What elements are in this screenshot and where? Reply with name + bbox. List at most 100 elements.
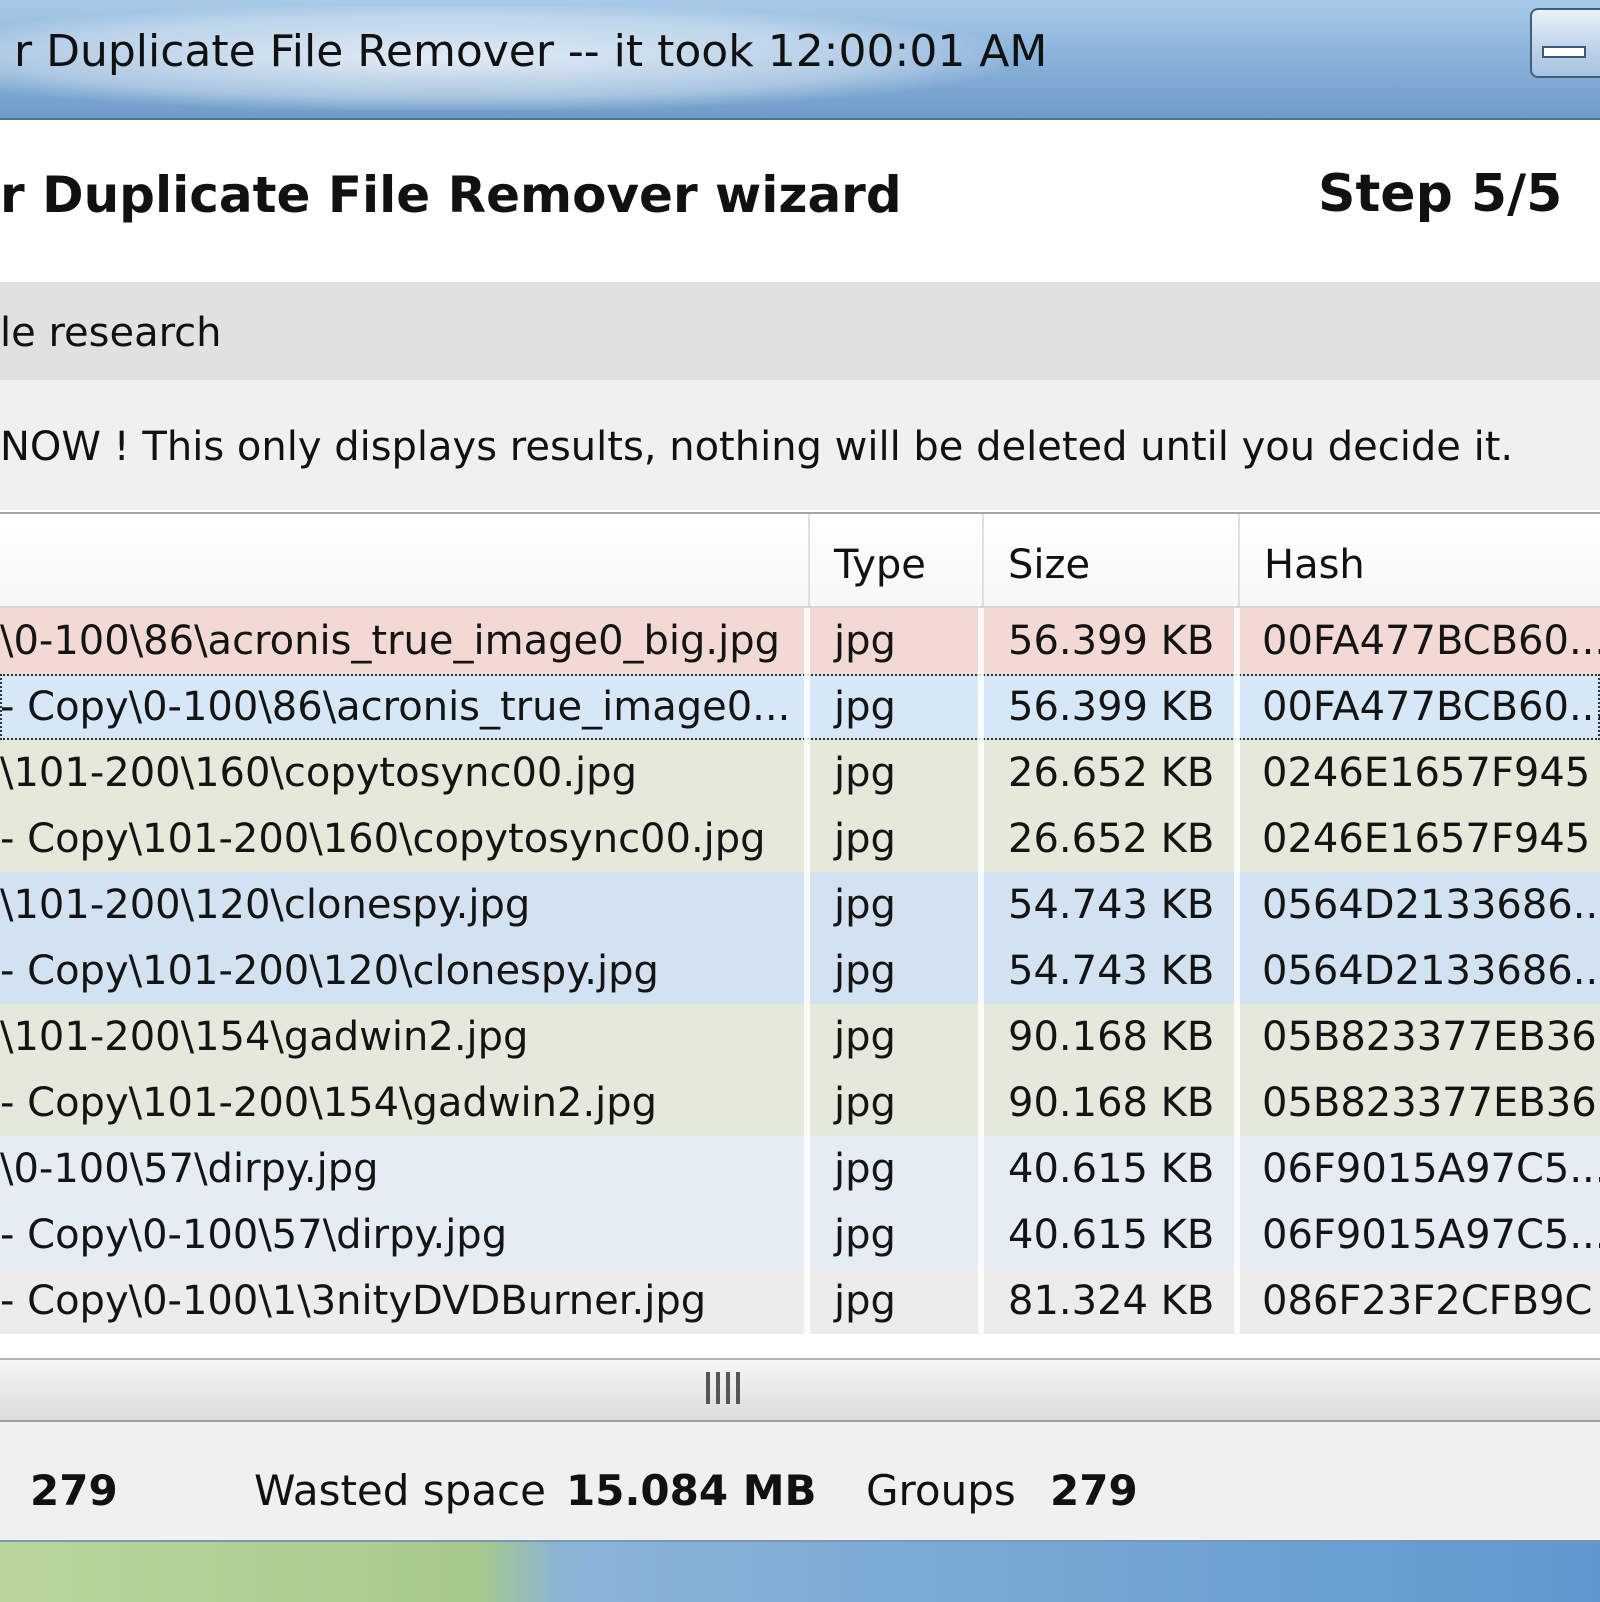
column-separator [1234, 872, 1240, 938]
column-separator [804, 1070, 810, 1136]
column-separator [978, 740, 984, 806]
column-separator [978, 608, 984, 674]
file-path-cell: - Copy\0-100\86\acronis_true_image0... [0, 684, 791, 730]
column-separator [1234, 740, 1240, 806]
file-path-cell: \0-100\57\dirpy.jpg [0, 1146, 379, 1192]
file-path-cell: \0-100\86\acronis_true_image0_big.jpg [0, 618, 781, 664]
file-size-cell: 26.652 KB [1008, 816, 1215, 862]
column-separator [978, 1004, 984, 1070]
column-separator [1234, 1268, 1240, 1334]
wizard-header: r Duplicate File Remover wizard Step 5/5 [0, 120, 1600, 266]
column-separator [1234, 1136, 1240, 1202]
table-row[interactable]: - Copy\101-200\154\gadwin2.jpg jpg 90.168 … [0, 1070, 1600, 1136]
file-type-cell: jpg [834, 1212, 896, 1258]
section-label: le research [0, 310, 222, 356]
column-separator [978, 1268, 984, 1334]
file-path-cell: - Copy\101-200\160\copytosync00.jpg [0, 816, 766, 862]
file-size-cell: 54.743 KB [1008, 948, 1215, 994]
column-header-hash[interactable]: Hash [1238, 514, 1600, 606]
table-row[interactable]: \0-100\57\dirpy.jpg jpg 40.615 KB 06F9015A9… [0, 1136, 1600, 1202]
scroll-grip-icon[interactable] [706, 1372, 742, 1404]
file-size-cell: 40.615 KB [1008, 1212, 1215, 1258]
column-separator [804, 674, 810, 740]
footer-band [0, 1540, 1600, 1602]
file-path-cell: - Copy\101-200\120\clonespy.jpg [0, 948, 659, 994]
file-type-cell: jpg [834, 948, 896, 994]
table-row[interactable]: - Copy\101-200\160\copytosync00.jpg jpg 26… [0, 806, 1600, 872]
column-separator [1234, 1070, 1240, 1136]
file-path-cell: - Copy\0-100\1\3nityDVDBurner.jpg [0, 1278, 707, 1324]
file-type-cell: jpg [834, 1278, 896, 1324]
column-separator [804, 1136, 810, 1202]
table-row[interactable]: - Copy\0-100\57\dirpy.jpg jpg 40.615 KB 06F… [0, 1202, 1600, 1268]
column-separator [1234, 938, 1240, 1004]
status-bar: 279 Wasted space 15.084 MB Groups 279 [0, 1422, 1600, 1540]
file-hash-cell: 00FA477BCB60... [1262, 684, 1600, 730]
section-header: le research [0, 282, 1600, 380]
table-row[interactable]: \101-200\120\clonespy.jpg jpg 54.743 KB 056… [0, 872, 1600, 938]
horizontal-scrollbar[interactable] [0, 1358, 1600, 1422]
groups-value: 279 [1050, 1466, 1138, 1515]
file-type-cell: jpg [834, 882, 896, 928]
table-row[interactable]: \101-200\154\gadwin2.jpg jpg 90.168 KB 05B8… [0, 1004, 1600, 1070]
file-hash-cell: 0246E1657F945 [1262, 750, 1591, 796]
column-separator [804, 938, 810, 1004]
table-row[interactable]: \101-200\160\copytosync00.jpg jpg 26.652 K… [0, 740, 1600, 806]
column-separator [1234, 1202, 1240, 1268]
column-separator [978, 806, 984, 872]
file-type-cell: jpg [834, 816, 896, 862]
notice-text: NOW ! This only displays results, nothin… [0, 424, 1514, 470]
file-hash-cell: 0564D2133686... [1262, 948, 1600, 994]
file-path-cell: \101-200\154\gadwin2.jpg [0, 1014, 529, 1060]
column-separator [1234, 608, 1240, 674]
file-path-cell: - Copy\101-200\154\gadwin2.jpg [0, 1080, 658, 1126]
file-size-cell: 90.168 KB [1008, 1014, 1215, 1060]
table-row[interactable]: - Copy\101-200\120\clonespy.jpg jpg 54.743… [0, 938, 1600, 1004]
wasted-space-value: 15.084 MB [566, 1466, 817, 1515]
results-table[interactable]: Type Size Hash \0-100\86\acronis_true_im… [0, 512, 1600, 1360]
table-row[interactable]: - Copy\0-100\1\3nityDVDBurner.jpg jpg 81.3… [0, 1268, 1600, 1334]
title-bar[interactable]: r Duplicate File Remover -- it took 12:0… [0, 0, 1600, 120]
column-separator [804, 872, 810, 938]
file-hash-cell: 06F9015A97C5... [1262, 1212, 1600, 1258]
file-hash-cell: 00FA477BCB60... [1262, 618, 1600, 664]
column-separator [804, 608, 810, 674]
column-separator [804, 806, 810, 872]
column-header-path[interactable] [0, 514, 806, 606]
window-title: r Duplicate File Remover -- it took 12:0… [14, 26, 1048, 77]
file-hash-cell: 05B823377EB36 [1262, 1014, 1597, 1060]
file-type-cell: jpg [834, 750, 896, 796]
table-row[interactable]: - Copy\0-100\86\acronis_true_image0... jp… [0, 674, 1600, 740]
table-row[interactable]: \0-100\86\acronis_true_image0_big.jpg jpg… [0, 608, 1600, 674]
file-size-cell: 56.399 KB [1008, 684, 1215, 730]
table-header: Type Size Hash [0, 514, 1600, 608]
file-hash-cell: 0564D2133686... [1262, 882, 1600, 928]
file-type-cell: jpg [834, 684, 896, 730]
column-header-size[interactable]: Size [982, 514, 1238, 606]
file-size-cell: 81.324 KB [1008, 1278, 1215, 1324]
notice-panel: NOW ! This only displays results, nothin… [0, 380, 1600, 510]
file-size-cell: 40.615 KB [1008, 1146, 1215, 1192]
column-header-type[interactable]: Type [808, 514, 982, 606]
file-size-cell: 90.168 KB [1008, 1080, 1215, 1126]
file-path-cell: \101-200\160\copytosync00.jpg [0, 750, 637, 796]
minimize-button[interactable] [1530, 8, 1600, 78]
column-separator [978, 1070, 984, 1136]
column-separator [978, 674, 984, 740]
column-separator [978, 872, 984, 938]
step-indicator: Step 5/5 [1318, 164, 1563, 224]
file-type-cell: jpg [834, 1014, 896, 1060]
column-separator [804, 1202, 810, 1268]
column-separator [978, 1136, 984, 1202]
column-separator [1234, 1004, 1240, 1070]
column-separator [804, 1004, 810, 1070]
file-type-cell: jpg [834, 1080, 896, 1126]
file-type-cell: jpg [834, 1146, 896, 1192]
column-separator [804, 1268, 810, 1334]
column-separator [804, 740, 810, 806]
file-hash-cell: 086F23F2CFB9C [1262, 1278, 1593, 1324]
file-path-cell: \101-200\120\clonespy.jpg [0, 882, 531, 928]
wizard-title: r Duplicate File Remover wizard [0, 166, 902, 224]
column-separator [1234, 806, 1240, 872]
wasted-space-label: Wasted space [254, 1466, 546, 1515]
